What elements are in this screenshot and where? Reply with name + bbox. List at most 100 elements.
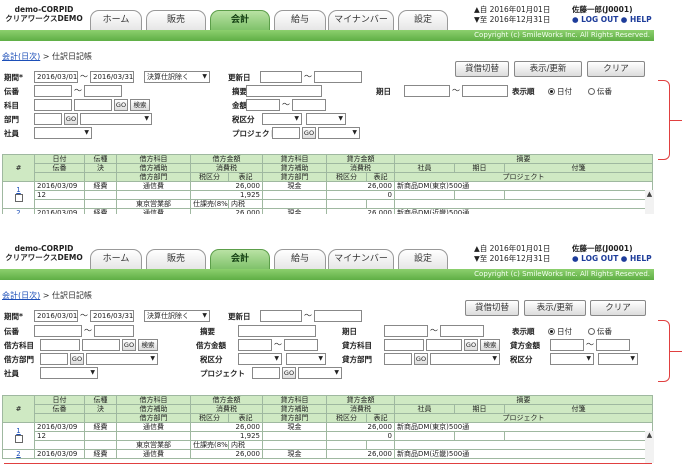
summary-input[interactable] xyxy=(246,85,322,97)
table-row[interactable]: 2 2016/03/09 経費 通信費 26,000 現金 26,000 新商品… xyxy=(2,208,654,215)
tab-home[interactable]: ホーム xyxy=(90,10,142,30)
credit-amount-from-input[interactable] xyxy=(550,339,584,351)
credit-dept-go-button[interactable]: GO xyxy=(414,353,428,365)
project-code-input[interactable] xyxy=(272,127,300,139)
table-row[interactable]: 1 2016/03/09 経費 通信費 26,000 現金 26,000 新商品… xyxy=(2,422,654,450)
table-row[interactable]: 12 1,925 0 xyxy=(3,190,654,200)
dept-go-button[interactable]: GO xyxy=(64,113,78,125)
debit-dept-code-input[interactable] xyxy=(40,353,68,365)
staff-select[interactable] xyxy=(34,127,92,139)
debit-account-code-input[interactable] xyxy=(40,339,80,351)
debit-account-search-button[interactable]: 検索 xyxy=(138,339,158,351)
tab-settings[interactable]: 設定 xyxy=(398,249,448,269)
tab-home[interactable]: ホーム xyxy=(90,249,142,269)
clear-button[interactable]: クリア xyxy=(587,61,645,77)
credit-dept-select[interactable] xyxy=(430,353,500,365)
account-search-button[interactable]: 検索 xyxy=(130,99,150,111)
debit-amount-to-input[interactable] xyxy=(284,339,318,351)
updated-from-input[interactable] xyxy=(260,71,302,83)
row-checkbox[interactable] xyxy=(14,435,23,443)
fiscal-to[interactable]: ▼至 2016年12月31日 xyxy=(474,254,550,264)
project-select[interactable] xyxy=(318,127,360,139)
order-date-radio[interactable]: 日付 xyxy=(548,326,572,337)
period-to-input[interactable]: 2016/03/31 xyxy=(90,71,134,83)
scroll-up-icon[interactable]: ▲ xyxy=(647,431,652,439)
credit-account-code-input[interactable] xyxy=(384,339,424,351)
logout-link[interactable]: ● LOG OUT xyxy=(572,15,618,24)
credit-amount-to-input[interactable] xyxy=(596,339,630,351)
period-option-select[interactable]: 決算仕訳除く xyxy=(144,310,210,322)
row-number-link[interactable]: 2 xyxy=(16,451,20,458)
updated-from-input[interactable] xyxy=(260,310,302,322)
scroll-up-icon[interactable]: ▲ xyxy=(647,190,652,198)
credit-dept-code-input[interactable] xyxy=(384,353,412,365)
fiscal-from[interactable]: ▲自 2016年01月01日 xyxy=(474,5,550,15)
table-scrollbar[interactable]: ▲ xyxy=(645,190,654,214)
fiscal-period[interactable]: ▲自 2016年01月01日 ▼至 2016年12月31日 xyxy=(474,244,550,264)
due-from-input[interactable] xyxy=(404,85,450,97)
order-date-radio[interactable]: 日付 xyxy=(548,86,572,97)
order-slip-radio[interactable]: 伝番 xyxy=(588,86,612,97)
row-number-link[interactable]: 1 xyxy=(16,186,20,194)
refresh-button[interactable]: 表示/更新 xyxy=(514,61,582,77)
tab-mynumber[interactable]: マイナンバー xyxy=(328,249,394,269)
fiscal-from[interactable]: ▲自 2016年01月01日 xyxy=(474,244,550,254)
row-checkbox[interactable] xyxy=(14,194,23,202)
order-slip-radio[interactable]: 伝番 xyxy=(588,326,612,337)
breadcrumb-link[interactable]: 会計(日次) xyxy=(2,291,40,300)
breadcrumb-link[interactable]: 会計(日次) xyxy=(2,52,40,61)
tax-select-2[interactable] xyxy=(306,113,346,125)
table-row[interactable]: 東京営業部 仕課売(8%) 内税 xyxy=(3,440,654,450)
tab-sales[interactable]: 販売 xyxy=(146,249,206,269)
period-option-select[interactable]: 決算仕訳除く xyxy=(144,71,210,83)
amount-from-input[interactable] xyxy=(246,99,280,111)
help-link[interactable]: ● HELP xyxy=(621,254,652,263)
project-go-button[interactable]: GO xyxy=(282,367,296,379)
fiscal-period[interactable]: ▲自 2016年01月01日 ▼至 2016年12月31日 xyxy=(474,5,550,25)
fiscal-to[interactable]: ▼至 2016年12月31日 xyxy=(474,15,550,25)
due-to-input[interactable] xyxy=(440,325,484,337)
account-name-input[interactable] xyxy=(74,99,112,111)
dept-select[interactable] xyxy=(80,113,152,125)
slip-to-input[interactable] xyxy=(94,325,134,337)
transfer-button[interactable]: 貸借切替 xyxy=(455,61,509,77)
project-select[interactable] xyxy=(298,367,342,379)
debit-account-name-input[interactable] xyxy=(82,339,120,351)
credit-tax-select-1[interactable] xyxy=(550,353,594,365)
tab-accounting[interactable]: 会計 xyxy=(210,10,270,30)
debit-dept-select[interactable] xyxy=(86,353,158,365)
clear-button[interactable]: クリア xyxy=(590,300,646,316)
debit-tax-select-2[interactable] xyxy=(286,353,326,365)
account-go-button[interactable]: GO xyxy=(114,99,128,111)
updated-to-input[interactable] xyxy=(314,71,362,83)
slip-to-input[interactable] xyxy=(84,85,122,97)
tab-payroll[interactable]: 給与 xyxy=(274,249,326,269)
account-code-input[interactable] xyxy=(34,99,72,111)
debit-account-go-button[interactable]: GO xyxy=(122,339,136,351)
staff-select[interactable] xyxy=(40,367,98,379)
table-row[interactable]: 2 2016/03/09 経費 通信費 26,000 現金 26,000 新商品… xyxy=(2,449,654,459)
amount-to-input[interactable] xyxy=(292,99,326,111)
project-code-input[interactable] xyxy=(252,367,280,379)
credit-account-name-input[interactable] xyxy=(426,339,462,351)
tab-payroll[interactable]: 給与 xyxy=(274,10,326,30)
period-from-input[interactable]: 2016/03/01 xyxy=(34,310,78,322)
row-number-link[interactable]: 2 xyxy=(16,210,20,215)
summary-input[interactable] xyxy=(238,325,316,337)
period-to-input[interactable]: 2016/03/31 xyxy=(90,310,134,322)
debit-dept-go-button[interactable]: GO xyxy=(70,353,84,365)
debit-tax-select-1[interactable] xyxy=(238,353,282,365)
period-from-input[interactable]: 2016/03/01 xyxy=(34,71,78,83)
table-row[interactable]: 12 1,925 0 xyxy=(3,431,654,441)
tab-settings[interactable]: 設定 xyxy=(398,10,448,30)
tab-accounting[interactable]: 会計 xyxy=(210,249,270,269)
table-scrollbar[interactable]: ▲ xyxy=(645,431,654,463)
credit-tax-select-2[interactable] xyxy=(598,353,638,365)
transfer-button[interactable]: 貸借切替 xyxy=(465,300,519,316)
tax-select-1[interactable] xyxy=(262,113,302,125)
row-number-link[interactable]: 1 xyxy=(16,427,20,435)
credit-account-search-button[interactable]: 検索 xyxy=(480,339,500,351)
help-link[interactable]: ● HELP xyxy=(621,15,652,24)
tab-sales[interactable]: 販売 xyxy=(146,10,206,30)
debit-amount-from-input[interactable] xyxy=(238,339,272,351)
